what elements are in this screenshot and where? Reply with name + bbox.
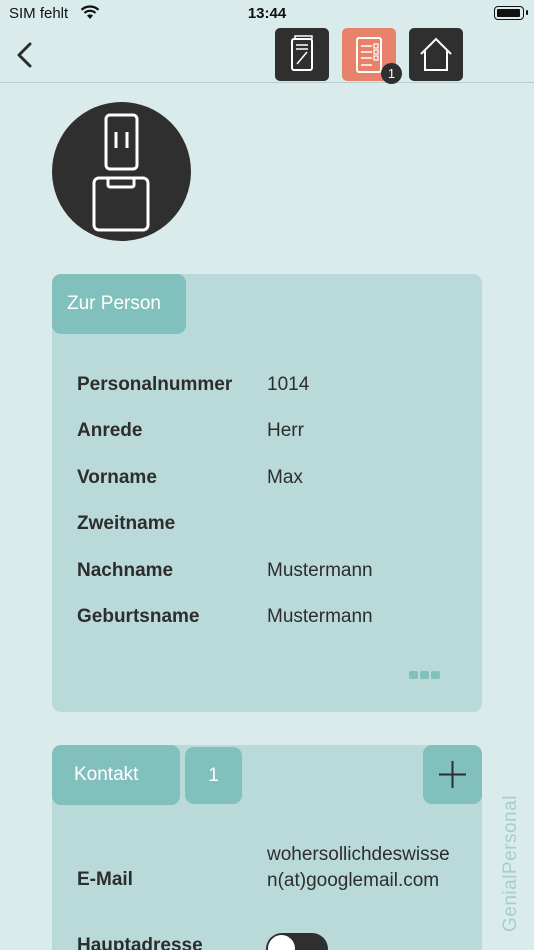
field-label: Zweitname bbox=[77, 513, 176, 534]
document-icon bbox=[291, 35, 313, 71]
clock: 13:44 bbox=[247, 5, 287, 22]
email-label: E-Mail bbox=[77, 869, 133, 890]
field-label: Personalnummer bbox=[77, 374, 233, 395]
field-label: Vorname bbox=[77, 467, 157, 488]
plus-icon bbox=[439, 761, 466, 788]
field-label: Nachname bbox=[77, 560, 174, 581]
field-label: Geburtsname bbox=[77, 606, 200, 627]
brand-watermark: GenialPersonal bbox=[500, 795, 521, 932]
battery-icon bbox=[494, 6, 528, 20]
tab-kontakt[interactable]: Kontakt bbox=[52, 745, 180, 805]
hauptadresse-toggle[interactable] bbox=[266, 933, 328, 950]
tab-zur-person[interactable]: Zur Person bbox=[52, 274, 186, 334]
home-button[interactable] bbox=[409, 28, 463, 81]
field-value: 1014 bbox=[267, 374, 310, 395]
documents-button[interactable] bbox=[275, 28, 329, 81]
nav-bar bbox=[0, 28, 534, 83]
hauptadresse-label: Hauptadresse bbox=[77, 935, 203, 950]
more-options-icon[interactable] bbox=[409, 671, 441, 680]
field-value: Herr bbox=[267, 420, 304, 441]
add-contact-button[interactable] bbox=[423, 745, 482, 804]
status-bar: SIM fehlt 13:44 bbox=[0, 0, 534, 28]
field-value: Max bbox=[267, 467, 303, 488]
field-label: Anrede bbox=[77, 420, 143, 441]
contact-card: Kontakt 1 E-Mail wohersollichdeswissen(a… bbox=[52, 745, 482, 950]
avatar[interactable] bbox=[52, 102, 191, 241]
person-card: Zur Person Personalnummer 1014 Anrede He… bbox=[52, 274, 482, 712]
back-icon[interactable] bbox=[10, 38, 42, 72]
email-value: wohersollichdeswissen(at)googlemail.com bbox=[267, 844, 450, 891]
home-icon bbox=[420, 37, 452, 71]
checklist-badge: 1 bbox=[381, 63, 402, 84]
field-value: Mustermann bbox=[267, 560, 373, 581]
field-value: Mustermann bbox=[267, 606, 373, 627]
contact-count[interactable]: 1 bbox=[185, 747, 242, 804]
badge-holder-icon bbox=[92, 113, 150, 232]
